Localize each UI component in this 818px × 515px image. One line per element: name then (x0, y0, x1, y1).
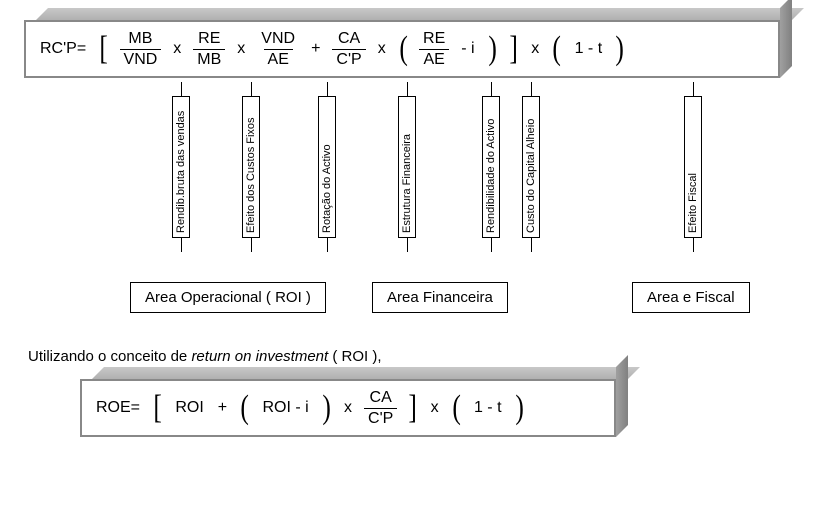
roi-sentence: Utilizando o conceito de return on inves… (28, 348, 798, 365)
area-box: Area e Fiscal (632, 282, 750, 313)
callout-label: Efeito Fiscal (684, 96, 702, 238)
area-box: Area Financeira (372, 282, 508, 313)
area-box: Area Operacional ( ROI ) (130, 282, 326, 313)
bracket-close-icon: ] (407, 393, 418, 423)
formula-roe: ROE= [ ROI + ( ROI - i ) x CA C'P ] x ( … (80, 379, 616, 437)
bracket-open-icon: [ (152, 393, 163, 423)
frac-ca-cp: CA C'P (364, 389, 397, 427)
callout-efeito-fiscal: Efeito Fiscal (684, 82, 702, 252)
times-op: x (527, 40, 543, 58)
frac-vnd-ae: VND AE (257, 30, 299, 68)
times-op: x (169, 40, 185, 58)
roe-lhs: ROE= (96, 399, 140, 417)
frac-re-ae: RE AE (419, 30, 449, 68)
times-op: x (233, 40, 249, 58)
callout-label: Estrutura Financeira (398, 96, 416, 238)
paren-close-icon: ) (513, 393, 524, 423)
area-row: Area Operacional ( ROI ) Area Financeira A… (24, 282, 798, 322)
paren-open-icon: ( (551, 34, 562, 64)
times-op: x (340, 399, 356, 417)
roi-term: ROI (171, 399, 207, 417)
callout-label: Rotação do Activo (318, 96, 336, 238)
paren-close-icon: ) (487, 34, 498, 64)
callout-label: Custo do Capital Alheio (522, 96, 540, 238)
plus-op: + (307, 40, 324, 58)
callout-rendib-bruta-das-vendas: Rendib.bruta das vendas (172, 82, 190, 252)
paren-open-icon: ( (239, 393, 250, 423)
formula-bar-roe: ROE= [ ROI + ( ROI - i ) x CA C'P ] x ( … (80, 379, 616, 437)
callout-rota-o-do-activo: Rotação do Activo (318, 82, 336, 252)
frac-ca-cp: CA C'P (332, 30, 365, 68)
times-op: x (374, 40, 390, 58)
callout-efeito-dos-custos-fixos: Efeito dos Custos Fixos (242, 82, 260, 252)
one-minus-t: 1 - t (470, 399, 506, 417)
frac-re-mb: RE MB (193, 30, 225, 68)
rcp-lhs: RC'P= (40, 40, 86, 58)
paren-open-icon: ( (451, 393, 462, 423)
plus-op: + (214, 399, 231, 417)
paren-open-icon: ( (398, 34, 409, 64)
bracket-open-icon: [ (98, 34, 109, 64)
roi-minus-i: ROI - i (258, 399, 312, 417)
callout-label: Rendibilidade do Activo (482, 96, 500, 238)
callout-rendibilidade-do-activo: Rendibilidade do Activo (482, 82, 500, 252)
minus-i: - i (457, 40, 478, 58)
callout-estrutura-financeira: Estrutura Financeira (398, 82, 416, 252)
paren-close-icon: ) (614, 34, 625, 64)
paren-close-icon: ) (321, 393, 332, 423)
frac-mb-vnd: MB VND (120, 30, 162, 68)
one-minus-t: 1 - t (571, 40, 607, 58)
times-op: x (427, 399, 443, 417)
callout-label: Rendib.bruta das vendas (172, 96, 190, 238)
formula-rcp: RC'P= [ MB VND x RE MB x VND AE + CA C'P… (24, 20, 780, 78)
callout-label: Efeito dos Custos Fixos (242, 96, 260, 238)
callout-row: Rendib.bruta das vendas Efeito dos Custos… (24, 82, 798, 282)
callout-custo-do-capital-alheio: Custo do Capital Alheio (522, 82, 540, 252)
formula-bar-rcp: RC'P= [ MB VND x RE MB x VND AE + CA C'P… (24, 20, 780, 78)
bracket-close-icon: ] (508, 34, 519, 64)
